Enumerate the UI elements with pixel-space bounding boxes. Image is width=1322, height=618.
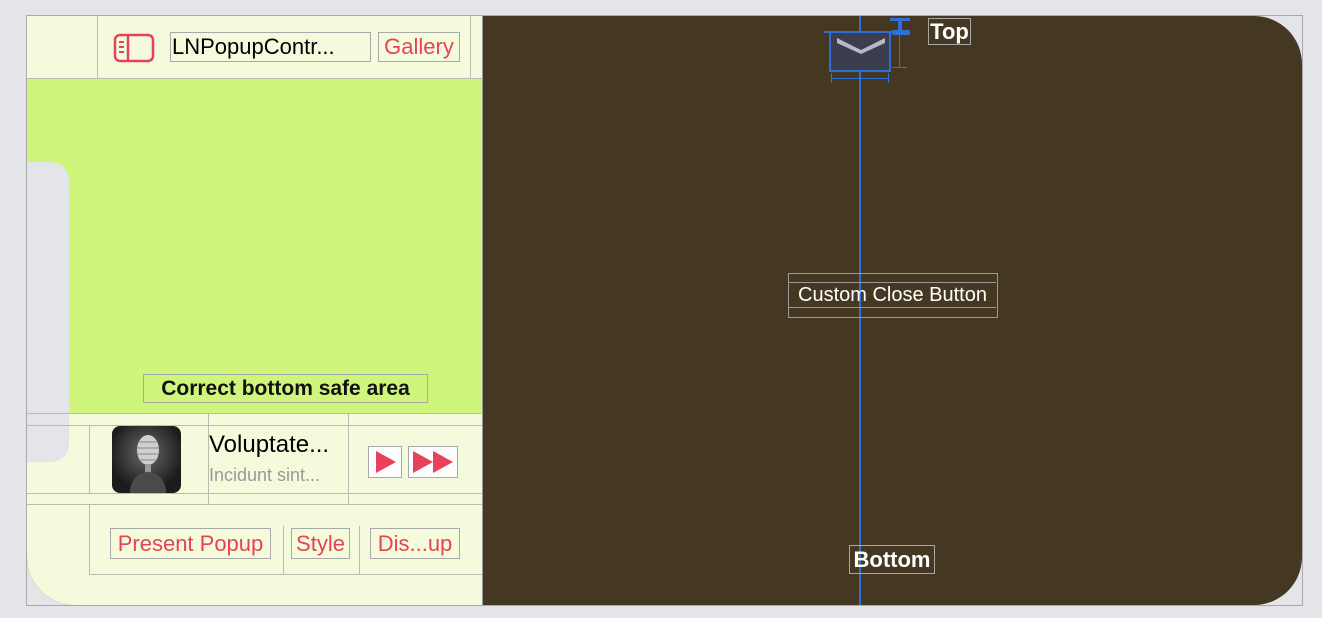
fast-forward-button[interactable] bbox=[408, 446, 458, 478]
close-button-bottom-inset bbox=[789, 307, 996, 308]
fast-forward-icon bbox=[411, 450, 455, 479]
present-popup-button[interactable]: Present Popup bbox=[110, 528, 271, 559]
toolbar-leading-guide bbox=[89, 504, 90, 574]
popup-bar-bottom-guide bbox=[27, 493, 482, 494]
top-constraint-handle bbox=[892, 30, 910, 35]
toolbar-bottom-guide bbox=[89, 574, 482, 575]
device-frame: LNPopupContr... Gallery Correct bottom s… bbox=[27, 16, 1302, 605]
nav-trailing-guide bbox=[470, 16, 471, 78]
popup-bar-top-guide bbox=[27, 413, 482, 414]
album-cover-image bbox=[112, 426, 181, 493]
popup-leading-guide bbox=[89, 425, 90, 493]
width-constraint bbox=[831, 78, 889, 79]
width-constraint-left-cap bbox=[831, 73, 832, 83]
top-label: Top bbox=[928, 18, 971, 45]
chevron-down-icon bbox=[835, 36, 887, 59]
nav-title: LNPopupContr... bbox=[170, 32, 371, 62]
gallery-button[interactable]: Gallery bbox=[378, 32, 460, 62]
popup-content-scene[interactable]: Top Custom Close Button Bottom bbox=[484, 16, 1302, 605]
custom-close-button-label: Custom Close Button bbox=[798, 283, 987, 306]
play-icon bbox=[374, 450, 398, 479]
sidebar-icon[interactable] bbox=[113, 32, 155, 64]
height-constraint bbox=[899, 35, 900, 68]
nav-bar-bottom-guide bbox=[27, 78, 482, 79]
play-button[interactable] bbox=[368, 446, 402, 478]
nav-leading-guide bbox=[97, 16, 98, 78]
bottom-label: Bottom bbox=[849, 545, 935, 574]
top-constraint-cap bbox=[890, 18, 910, 21]
style-button[interactable]: Style bbox=[291, 528, 350, 559]
popup-bar-inner-top-guide bbox=[27, 425, 482, 426]
toolbar-separator-2 bbox=[359, 526, 360, 574]
width-constraint-right-cap bbox=[888, 73, 889, 83]
toolbar-separator-1 bbox=[283, 526, 284, 574]
custom-close-button[interactable]: Custom Close Button bbox=[788, 273, 998, 318]
popup-song-subtitle: Incidunt sint... bbox=[209, 464, 321, 485]
dismiss-popup-button[interactable]: Dis...up bbox=[370, 528, 460, 559]
height-constraint-cap bbox=[892, 67, 907, 68]
main-view-controller[interactable]: LNPopupContr... Gallery Correct bottom s… bbox=[27, 16, 483, 605]
safe-area-notch bbox=[27, 162, 69, 462]
chevron-button[interactable] bbox=[829, 31, 891, 72]
popup-title-trailing-guide bbox=[348, 413, 349, 504]
toolbar-top-guide bbox=[27, 504, 482, 505]
popup-song-title: Voluptate... bbox=[209, 431, 330, 458]
green-content-view[interactable] bbox=[27, 79, 482, 414]
bottom-safe-area-label: Correct bottom safe area bbox=[143, 374, 428, 403]
